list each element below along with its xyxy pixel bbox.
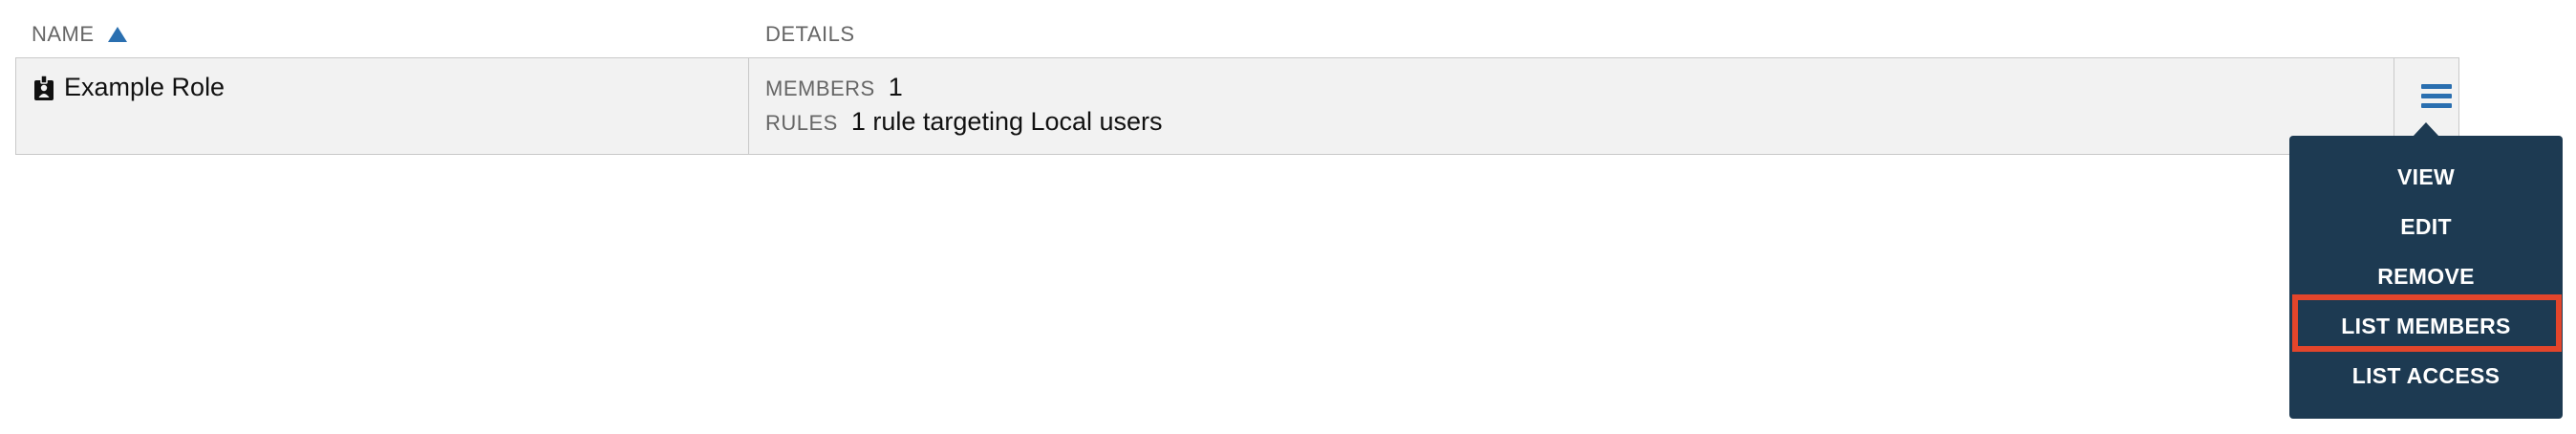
menu-item-list-access[interactable]: LIST ACCESS — [2289, 353, 2563, 399]
column-divider — [748, 58, 749, 154]
rules-summary: 1 rule targeting Local users — [850, 107, 1163, 136]
menu-item-edit[interactable]: EDIT — [2289, 204, 2563, 250]
rules-detail: RULES 1 rule targeting Local users — [765, 107, 1163, 137]
menu-item-list-members[interactable]: LIST MEMBERS — [2289, 303, 2563, 349]
column-header-name[interactable]: NAME — [32, 21, 127, 48]
dropdown-caret — [2413, 122, 2439, 137]
table-row[interactable]: Example Role MEMBERS 1 RULES 1 rule targ… — [15, 57, 2459, 155]
members-detail: MEMBERS 1 — [765, 73, 903, 102]
hamburger-menu-icon — [2421, 84, 2452, 109]
badge-icon — [33, 74, 54, 101]
rules-label: RULES — [765, 111, 838, 135]
members-label: MEMBERS — [765, 76, 875, 100]
role-name: Example Role — [64, 73, 225, 101]
column-header-name-label: NAME — [32, 22, 95, 46]
row-actions-dropdown: VIEW EDIT REMOVE LIST MEMBERS LIST ACCES… — [2289, 136, 2563, 419]
row-actions-menu-button[interactable] — [2412, 72, 2461, 121]
menu-item-view[interactable]: VIEW — [2289, 154, 2563, 200]
roles-page: NAME DETAILS Example Role MEMBERS 1 RULE… — [0, 0, 2576, 434]
column-header-details-label: DETAILS — [765, 22, 855, 46]
role-name-cell[interactable]: Example Role — [33, 73, 225, 102]
menu-item-remove[interactable]: REMOVE — [2289, 253, 2563, 299]
members-count: 1 — [888, 73, 903, 101]
sort-ascending-icon[interactable] — [107, 27, 127, 42]
column-header-details: DETAILS — [765, 21, 855, 48]
